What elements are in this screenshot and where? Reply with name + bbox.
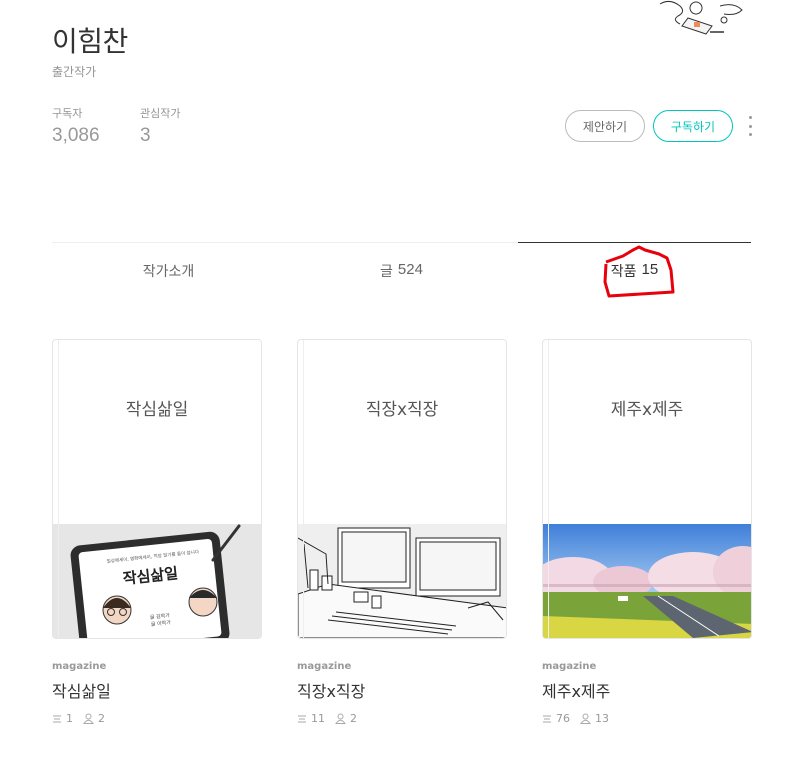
book-title: 제주x제주 — [610, 400, 684, 420]
articles-count: 11 — [311, 712, 325, 725]
book-title: 작심삶일 — [125, 400, 189, 420]
work-title[interactable]: 직장x직장 — [297, 678, 507, 702]
writers-icon — [580, 713, 591, 724]
interest-authors-count: 3 — [140, 125, 151, 146]
writers-icon — [335, 713, 346, 724]
work-card: 직장x직장 magazine 직장x직장 11 2 — [297, 339, 507, 725]
author-role: 출간작가 — [52, 65, 97, 79]
cover-image — [543, 524, 751, 638]
tab-works[interactable]: 작품 15 — [518, 242, 751, 302]
author-name: 이힘찬 — [52, 25, 128, 58]
profile-tabs: 작가소개 글 524 작품 15 — [52, 242, 751, 302]
work-meta: 1 2 — [52, 712, 262, 725]
articles-count: 1 — [66, 712, 73, 725]
profile-illustration — [650, 0, 750, 42]
writers-count: 2 — [98, 712, 105, 725]
cover-image: 일상에세이, 영화에세이, 직장 일기를 둘이 씁니다 작심삶일 글 김작가 글… — [53, 524, 261, 638]
interest-authors-label: 관심작가 — [140, 107, 181, 120]
work-meta: 11 2 — [297, 712, 507, 725]
work-book-cover[interactable]: 직장x직장 — [297, 339, 507, 639]
work-type: magazine — [52, 661, 107, 672]
subscribe-button[interactable]: 구독하기 — [653, 110, 733, 142]
work-type: magazine — [542, 661, 597, 672]
work-meta: 76 13 — [542, 712, 752, 725]
cover-image — [298, 524, 506, 638]
writers-count: 13 — [595, 712, 609, 725]
book-title: 직장x직장 — [365, 400, 439, 420]
tab-label: 작가소개 — [142, 264, 195, 280]
propose-button[interactable]: 제안하기 — [565, 110, 645, 142]
work-book-cover[interactable]: 제주x제주 — [542, 339, 752, 639]
tab-label: 작품 — [610, 264, 637, 280]
tab-count: 15 — [641, 261, 659, 278]
articles-count: 76 — [556, 712, 570, 725]
articles-icon — [298, 715, 306, 722]
writers-count: 2 — [350, 712, 357, 725]
work-card: 제주x제주 magazine 제주x제주 76 13 — [542, 339, 752, 725]
subscribers-stat[interactable]: 구독자 3,086 — [52, 105, 100, 147]
work-type: magazine — [297, 661, 352, 672]
interest-authors-stat[interactable]: 관심작가 3 — [140, 105, 180, 147]
work-card: 작심삶일 일상에세이, 영화에세이, 직장 일기를 둘이 씁니다 작심삶일 글 … — [52, 339, 262, 725]
tab-label: 글 — [380, 264, 393, 280]
articles-icon — [53, 715, 61, 722]
work-title[interactable]: 작심삶일 — [52, 678, 262, 702]
subscribers-label: 구독자 — [52, 107, 83, 120]
tab-count: 524 — [397, 261, 423, 278]
work-book-cover[interactable]: 작심삶일 일상에세이, 영화에세이, 직장 일기를 둘이 씁니다 작심삶일 글 … — [52, 339, 262, 639]
tab-posts[interactable]: 글 524 — [285, 243, 518, 302]
articles-icon — [543, 715, 551, 722]
tab-author-intro[interactable]: 작가소개 — [52, 243, 285, 302]
work-title[interactable]: 제주x제주 — [542, 678, 752, 702]
more-options-icon[interactable] — [745, 116, 755, 136]
writers-icon — [83, 713, 94, 724]
subscribers-count: 3,086 — [52, 125, 100, 146]
